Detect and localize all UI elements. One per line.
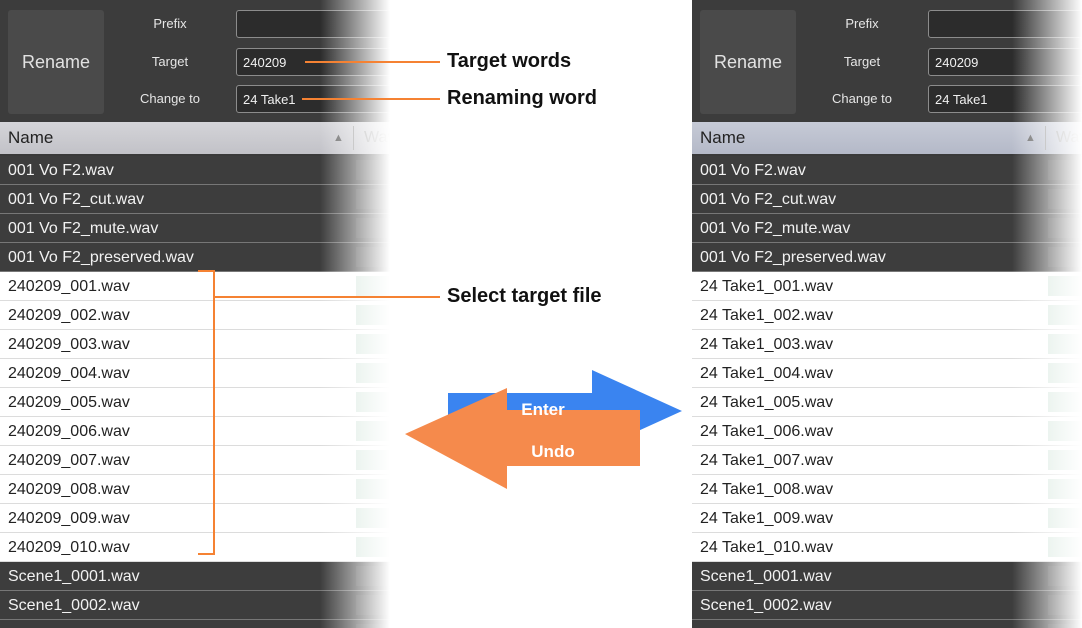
target-words-annotation: Target words [447,50,572,72]
select-target-file-annotation: Select target file [447,285,602,307]
renaming-word-annotation: Renaming word [447,87,598,109]
enter-button[interactable]: Enter [468,400,618,420]
undo-button[interactable]: Undo [478,442,628,462]
target-file-bracket [198,270,215,555]
